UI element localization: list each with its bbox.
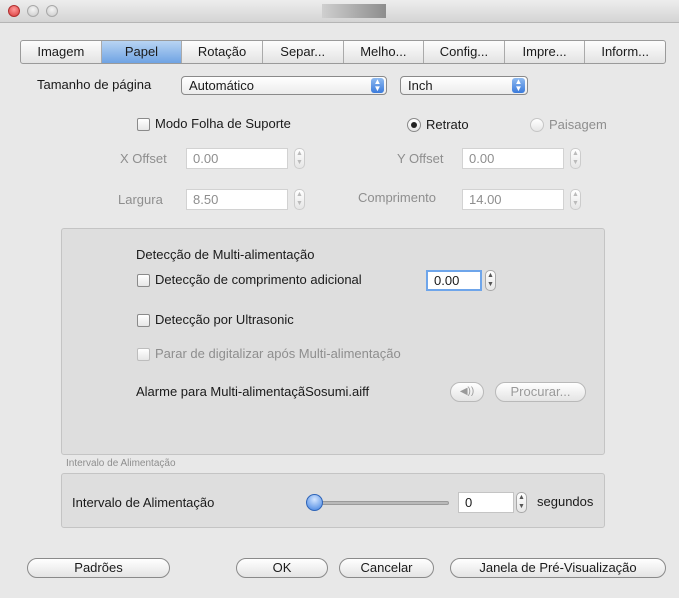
dialog-window: Imagem Papel Rotação Separ... Melho... C… [0, 0, 679, 598]
feed-interval-stepper[interactable]: ▲ ▼ [516, 492, 527, 513]
width-label: Largura [118, 192, 163, 207]
portrait-radio[interactable] [407, 118, 421, 132]
title-bar [0, 0, 679, 23]
tab-rotacao[interactable]: Rotação [182, 41, 263, 63]
feed-interval-unit: segundos [537, 494, 594, 509]
alarm-file: Sosumi.aiff [305, 384, 370, 399]
support-sheet-checkbox[interactable] [137, 118, 150, 131]
landscape-radio [530, 118, 544, 132]
chevron-updown-icon: ▲ ▼ [371, 78, 384, 93]
feed-interval-slider-track[interactable] [314, 501, 449, 505]
preview-window-button[interactable]: Janela de Pré-Visualização [450, 558, 666, 578]
page-size-select[interactable]: Automático ▲ ▼ [181, 76, 387, 95]
browse-button: Procurar... [495, 382, 586, 402]
x-offset-stepper: ▲ ▼ [294, 148, 305, 169]
tab-melhoria[interactable]: Melho... [344, 41, 425, 63]
tab-bar: Imagem Papel Rotação Separ... Melho... C… [20, 40, 666, 64]
chevron-updown-icon: ▲ ▼ [512, 78, 525, 93]
zoom-button[interactable] [46, 5, 58, 17]
length-detect-checkbox[interactable] [137, 274, 150, 287]
length-field: 14.00 [462, 189, 564, 210]
stop-scan-checkbox [137, 348, 150, 361]
unit-select[interactable]: Inch ▲ ▼ [400, 76, 528, 95]
play-sound-button: ◀)) [450, 382, 484, 402]
tab-papel[interactable]: Papel [101, 41, 183, 63]
unit-value: Inch [408, 78, 433, 93]
tab-separacao[interactable]: Separ... [263, 41, 344, 63]
width-field: 8.50 [186, 189, 288, 210]
ultrasonic-checkbox[interactable] [137, 314, 150, 327]
length-stepper: ▲ ▼ [570, 189, 581, 210]
speaker-icon: ◀)) [459, 386, 475, 397]
tab-configuracao[interactable]: Config... [424, 41, 505, 63]
feed-interval-label: Intervalo de Alimentação [72, 495, 215, 510]
window-title-redacted [322, 4, 386, 18]
ultrasonic-label: Detecção por Ultrasonic [155, 312, 294, 327]
y-offset-stepper: ▲ ▼ [570, 148, 581, 169]
feed-interval-group-title: Intervalo de Alimentação [66, 458, 176, 469]
x-offset-label: X Offset [120, 151, 167, 166]
page-size-label: Tamanho de página [37, 77, 152, 92]
tab-impressao[interactable]: Impre... [505, 41, 586, 63]
defaults-button[interactable]: Padrões [27, 558, 170, 578]
multifeed-title: Detecção de Multi-alimentação [136, 247, 315, 262]
ok-button[interactable]: OK [236, 558, 328, 578]
page-size-value: Automático [189, 78, 255, 93]
length-detect-label: Detecção de comprimento adicional [155, 272, 362, 287]
length-detect-field[interactable]: 0.00 [426, 270, 482, 291]
tab-informacao[interactable]: Inform... [585, 41, 665, 63]
landscape-label: Paisagem [549, 117, 607, 132]
y-offset-field: 0.00 [462, 148, 564, 169]
feed-interval-slider-knob[interactable] [306, 494, 323, 511]
close-button[interactable] [8, 5, 20, 17]
alarm-label: Alarme para Multi-alimentaçãSosumi.aiff [136, 384, 369, 399]
y-offset-label: Y Offset [397, 151, 444, 166]
length-label: Comprimento [358, 190, 437, 205]
alarm-label-text: Alarme para Multi-alimentaçã [136, 384, 306, 399]
tab-imagem[interactable]: Imagem [21, 41, 102, 63]
minimize-button[interactable] [27, 5, 39, 17]
cancel-button[interactable]: Cancelar [339, 558, 434, 578]
length-detect-stepper[interactable]: ▲ ▼ [485, 270, 496, 291]
portrait-label: Retrato [426, 117, 469, 132]
feed-interval-field[interactable]: 0 [458, 492, 514, 513]
stop-scan-label: Parar de digitalizar após Multi-alimenta… [155, 346, 401, 361]
support-sheet-label: Modo Folha de Suporte [155, 116, 291, 131]
multifeed-group [61, 228, 605, 455]
width-stepper: ▲ ▼ [294, 189, 305, 210]
x-offset-field: 0.00 [186, 148, 288, 169]
